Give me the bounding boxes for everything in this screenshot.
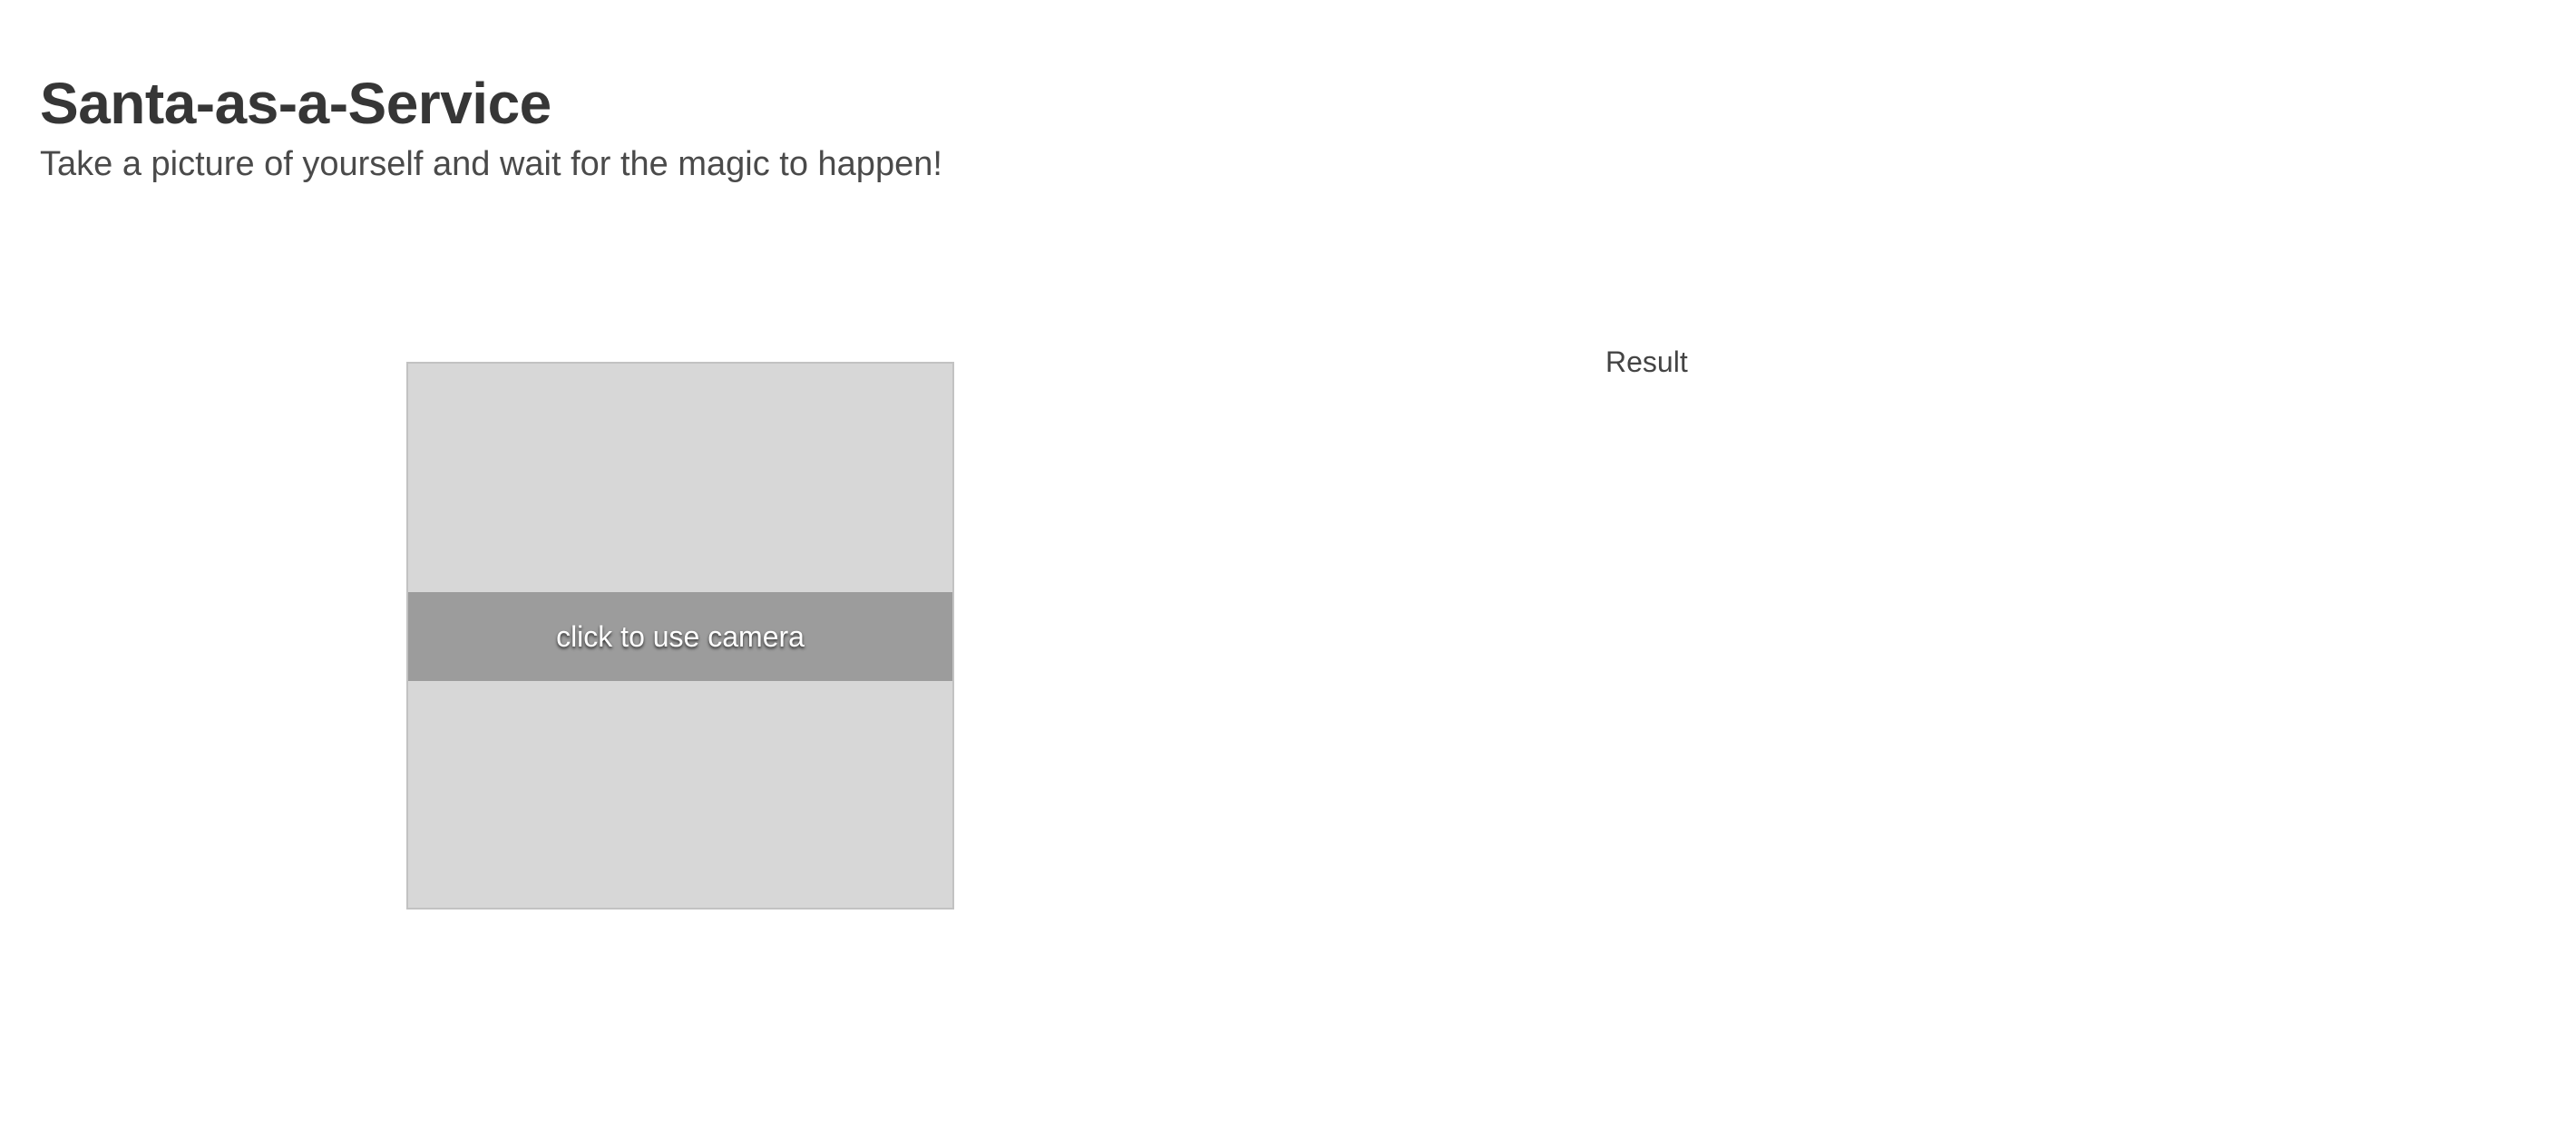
result-label: Result <box>1605 345 1688 378</box>
page-header: Santa-as-a-Service Take a picture of you… <box>40 65 942 187</box>
camera-capture-area[interactable]: click to use camera <box>406 362 954 910</box>
camera-prompt-label: click to use camera <box>556 619 805 653</box>
camera-prompt-bar[interactable]: click to use camera <box>408 592 952 681</box>
page-subtitle: Take a picture of yourself and wait for … <box>40 145 942 183</box>
page-title: Santa-as-a-Service <box>40 71 551 136</box>
